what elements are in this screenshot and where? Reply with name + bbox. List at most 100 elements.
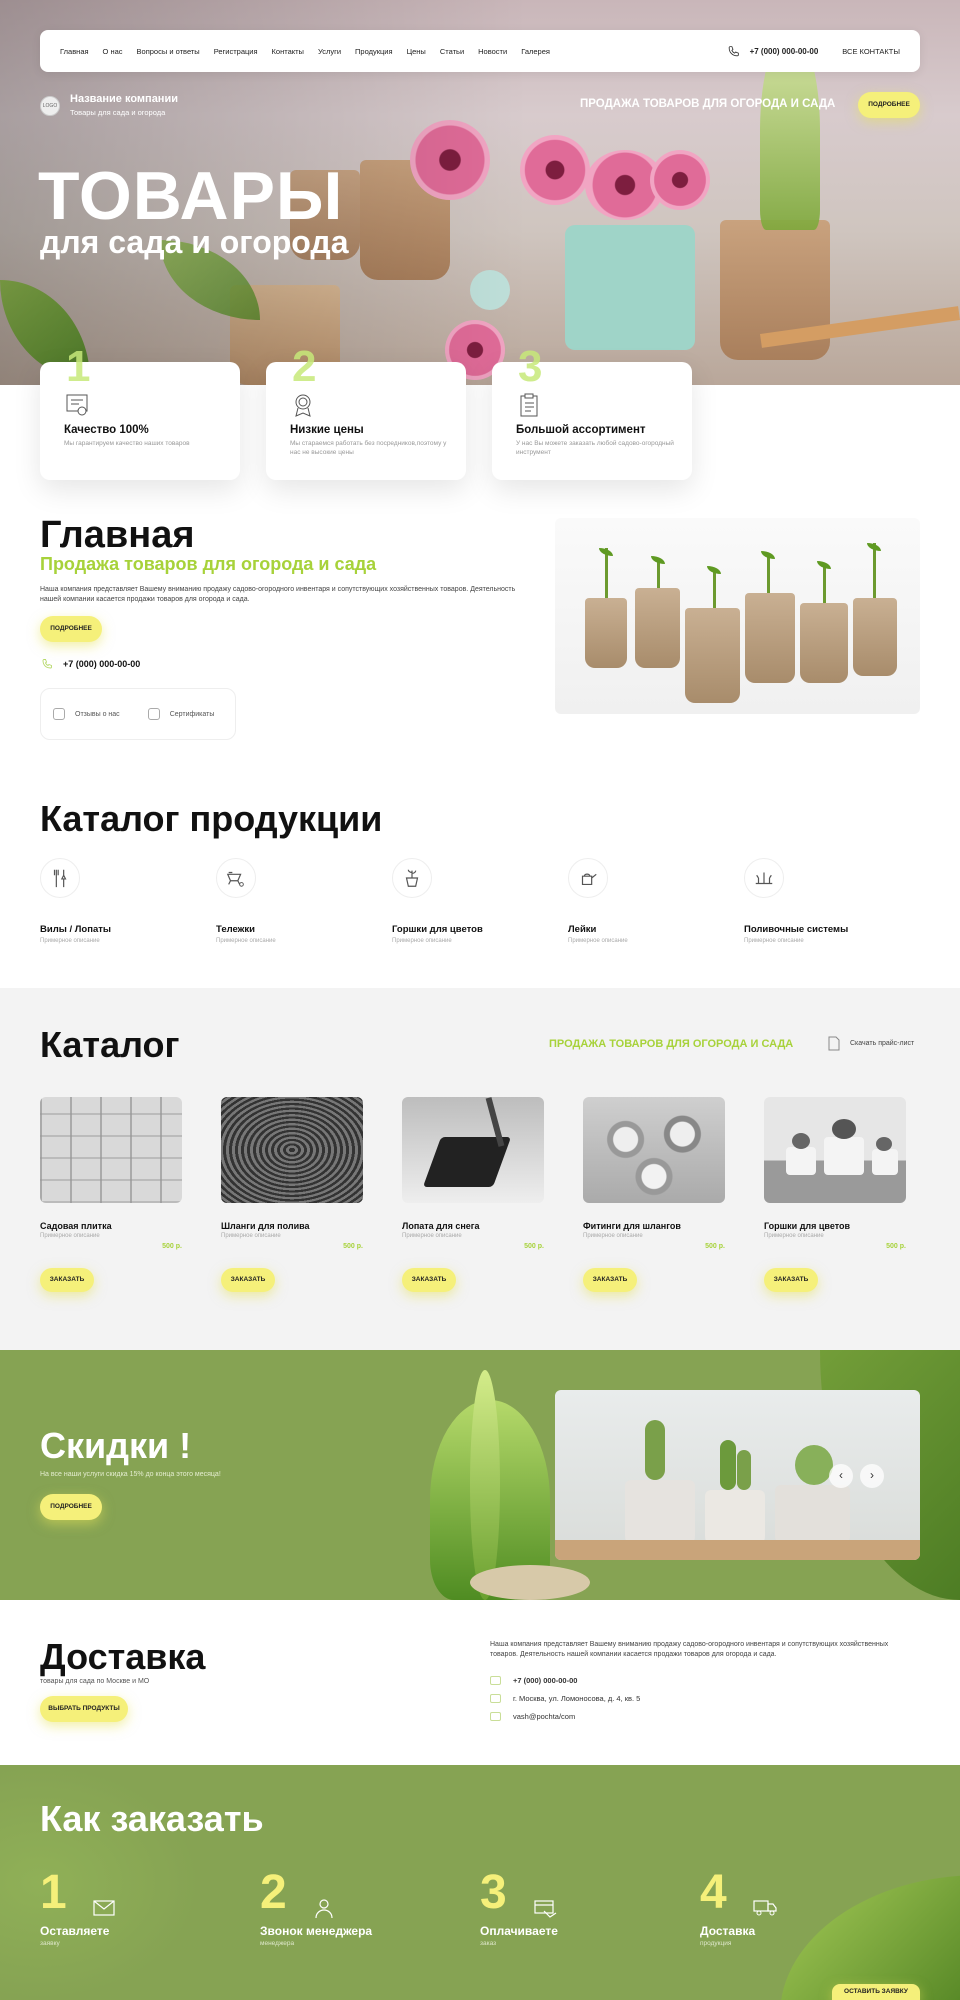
phone-icon [42,659,52,669]
delivery-email[interactable]: vash@pochta/com [490,1712,575,1721]
product-desc: Примерное описание [583,1233,643,1239]
category-desc: Примерное описание [392,938,452,944]
category-name: Поливочные системы [744,924,849,935]
hero-tag: ПРОДАЖА ТОВАРОВ ДЛЯ ОГОРОДА И САДА [580,98,836,110]
choose-products-button[interactable]: ВЫБРАТЬ ПРОДУКТЫ [40,1696,128,1722]
top-nav: Главная О нас Вопросы и ответы Регистрац… [40,30,920,72]
prev-arrow-icon[interactable]: ‹ [829,1464,853,1488]
nav-item-contacts[interactable]: Контакты [272,47,304,56]
how-title: Как заказать [40,1798,264,1839]
hero-more-button[interactable]: ПОДРОБНЕЕ [858,92,920,118]
reviews-link[interactable]: Отзывы о нас [75,711,120,718]
nav-item-gallery[interactable]: Галерея [521,47,550,56]
products-title: Каталог продукции [40,798,383,839]
order-button[interactable]: ЗАКАЗАТЬ [402,1268,456,1292]
order-step: 2 Звонок менеджера менеджера [260,1865,372,1947]
category-desc: Примерное описание [40,938,100,944]
delivery-address: г. Москва, ул. Ломоносова, д. 4, кв. 5 [490,1694,640,1703]
badge-icon [295,394,311,417]
manager-icon [315,1899,333,1919]
product-card: Лопата для снега Примерное описание 500 … [402,1097,544,1250]
order-button[interactable]: ЗАКАЗАТЬ [583,1268,637,1292]
location-icon [490,1694,501,1703]
company-logo[interactable]: LOGO [40,96,60,116]
category-item[interactable]: Горшки для цветов Примерное описание [392,858,542,944]
feature-title: Низкие цены [290,424,364,436]
step-sub: продукция [700,1940,732,1947]
company-tagline: Товары для сада и огорода [70,108,166,117]
delivery-address-text: г. Москва, ул. Ломоносова, д. 4, кв. 5 [513,1694,641,1703]
nav-item-faq[interactable]: Вопросы и ответы [137,47,200,56]
nav-item-about[interactable]: О нас [103,47,123,56]
nav-item-products[interactable]: Продукция [355,47,393,56]
category-item[interactable]: Поливочные системы Примерное описание [744,858,894,944]
document-icon [147,708,160,720]
hero-subtitle: для сада и огорода [40,224,349,260]
flower-pot-icon [405,869,419,887]
feature-desc: У нас Вы можете заказать любой садово-ог… [516,440,674,457]
step-title: Звонок менеджера [260,1924,373,1938]
product-desc: Примерное описание [221,1233,281,1239]
product-desc: Примерное описание [40,1233,100,1239]
clipboard-icon [520,393,538,417]
seedlings-image [555,518,920,714]
step-sub: заказ [480,1940,497,1947]
certificates-link[interactable]: Сертификаты [170,711,215,718]
discount-text: На все наши услуги скидка 15% до конца э… [40,1471,221,1478]
category-item[interactable]: Лейки Примерное описание [568,858,718,944]
product-price: 500 р. [343,1243,363,1250]
order-button[interactable]: ЗАКАЗАТЬ [764,1268,818,1292]
product-image[interactable] [764,1097,906,1203]
chat-icon [53,708,65,720]
all-contacts-link[interactable]: ВСЕ КОНТАКТЫ [842,47,900,56]
feature-title: Большой ассортимент [516,424,646,436]
nav-item-services[interactable]: Услуги [318,47,341,56]
order-button[interactable]: ЗАКАЗАТЬ [221,1268,275,1292]
irrigation-icon [755,872,773,885]
order-step: 4 Доставка продукция [700,1865,777,1947]
nav-item-prices[interactable]: Цены [407,47,426,56]
product-price: 500 р. [705,1243,725,1250]
main-more-button[interactable]: ПОДРОБНЕЕ [40,616,102,642]
feature-desc: Мы стараемся работать без посредников,по… [290,440,447,457]
discount-title: Скидки ! [40,1425,192,1466]
step-title: Доставка [700,1924,756,1938]
discount-more-button[interactable]: ПОДРОБНЕЕ [40,1494,102,1520]
product-image[interactable] [221,1097,363,1203]
mail-icon [490,1712,501,1721]
product-image[interactable] [40,1097,182,1203]
nav-item-articles[interactable]: Статьи [440,47,464,56]
product-image[interactable] [402,1097,544,1203]
feature-number: 2 [292,342,317,391]
price-list-label: Скачать прайс-лист [850,1040,915,1047]
delivery-title: Доставка [40,1636,206,1677]
category-name: Вилы / Лопаты [40,924,112,935]
category-item[interactable]: Тележки Примерное описание [216,858,366,944]
document-icon [828,1036,840,1051]
product-name: Горшки для цветов [764,1221,851,1231]
leave-request-button[interactable]: ОСТАВИТЬ ЗАЯВКУ [832,1984,920,2000]
nav-item-news[interactable]: Новости [478,47,507,56]
category-name: Лейки [568,924,597,935]
product-name: Шланги для полива [221,1221,310,1231]
feature-desc: Мы гарантируем качество наших товаров [64,440,190,447]
price-list-link[interactable]: Скачать прайс-лист [828,1036,914,1051]
nav-item-register[interactable]: Регистрация [214,47,258,56]
step-number: 4 [700,1866,727,1919]
info-links-card: Отзывы о нас Сертификаты [40,688,236,740]
phone-icon [490,1676,501,1685]
product-image[interactable] [583,1097,725,1203]
category-item[interactable]: Вилы / Лопаты Примерное описание [40,858,190,944]
delivery-phone[interactable]: +7 (000) 000-00-00 [490,1676,577,1685]
order-button[interactable]: ЗАКАЗАТЬ [40,1268,94,1292]
payment-icon [534,1900,557,1918]
feature-title: Качество 100% [64,424,149,436]
step-number: 3 [480,1866,507,1919]
nav-phone[interactable]: +7 (000) 000-00-00 [727,45,818,58]
category-desc: Примерное описание [216,938,276,944]
category-name: Тележки [216,924,256,935]
product-card: Садовая плитка Примерное описание 500 р. [40,1097,182,1250]
nav-item-home[interactable]: Главная [60,47,89,56]
next-arrow-icon[interactable]: › [860,1464,884,1488]
main-phone[interactable]: +7 (000) 000-00-00 [40,658,140,670]
